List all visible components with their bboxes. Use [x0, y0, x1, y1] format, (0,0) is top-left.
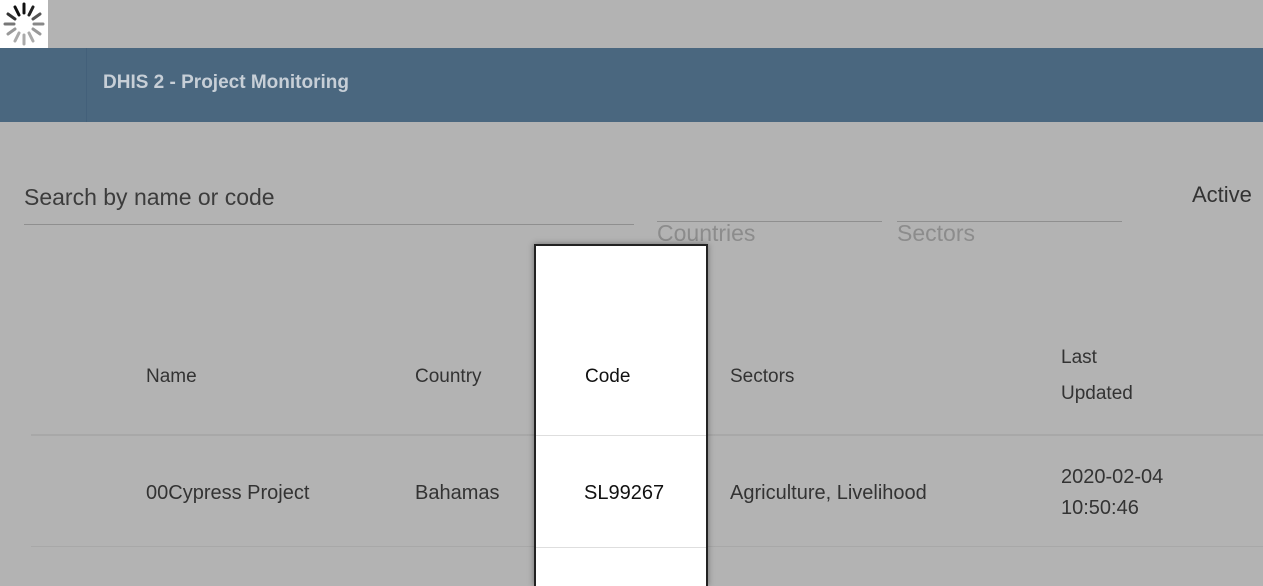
column-header-last-updated-2[interactable]: Updated [1061, 383, 1133, 405]
loading-spinner [0, 0, 48, 48]
search-field[interactable] [24, 174, 634, 225]
code-column-highlight: Code SL99267 [534, 244, 708, 586]
cell-last-updated-date: 2020-02-04 [1061, 466, 1164, 488]
loading-spinner-icon [3, 2, 45, 46]
column-header-code[interactable]: Code [585, 366, 630, 388]
column-header-country[interactable]: Country [415, 366, 482, 388]
column-header-last-updated-1[interactable]: Last [1061, 347, 1097, 369]
column-header-name[interactable]: Name [146, 366, 197, 388]
column-header-sectors[interactable]: Sectors [730, 366, 794, 388]
active-filter-label[interactable]: Active [1192, 182, 1252, 208]
cell-name[interactable]: 00Cypress Project [146, 482, 309, 505]
app-header: DHIS 2 - Project Monitoring [0, 48, 1263, 122]
sectors-select[interactable]: Sectors [897, 220, 975, 247]
search-input[interactable] [24, 174, 634, 211]
app-title: DHIS 2 - Project Monitoring [103, 72, 349, 93]
code-header-divider [536, 435, 706, 436]
countries-select[interactable]: Countries [657, 220, 755, 247]
nav-menu-area[interactable] [0, 48, 87, 122]
cell-last-updated-time: 10:50:46 [1061, 497, 1139, 519]
cell-country: Bahamas [415, 482, 500, 504]
cell-code: SL99267 [584, 482, 665, 504]
code-row-divider [536, 547, 706, 548]
cell-sectors: Agriculture, Livelihood [730, 482, 927, 504]
